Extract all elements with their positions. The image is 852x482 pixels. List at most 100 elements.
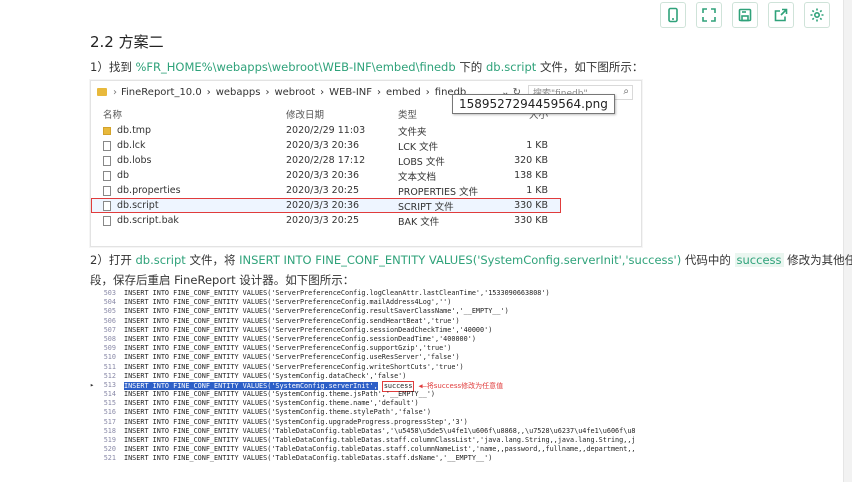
page-scrollbar[interactable] <box>843 0 852 482</box>
breadcrumb: FineReport_10.0 › webapps › webroot › WEB-INF ›… <box>121 87 466 98</box>
file-icon <box>103 155 111 166</box>
save-button[interactable] <box>732 2 758 28</box>
code-screenshot: 503 INSERT INTO FINE_CONF_ENTITY VALUES('… <box>90 289 640 465</box>
code-line: 504 INSERT INTO FINE_CONF_ENTITY VALUES('… <box>90 298 640 307</box>
file-size: 330 KB <box>514 215 548 226</box>
breadcrumb-item[interactable]: webroot <box>274 87 315 98</box>
breadcrumb-item[interactable]: webapps <box>216 87 261 98</box>
file-type: BAK 文件 <box>398 216 440 228</box>
line-number: 514 <box>103 390 116 399</box>
file-date: 2020/3/3 20:36 <box>286 200 360 211</box>
file-size: 320 KB <box>514 155 548 166</box>
breadcrumb-separator: › <box>265 86 270 98</box>
mobile-view-button[interactable] <box>660 2 686 28</box>
breadcrumb-separator: › <box>206 86 211 98</box>
file-type: PROPERTIES 文件 <box>398 186 479 198</box>
line-number: 521 <box>103 454 116 463</box>
line-number: 512 <box>103 371 116 380</box>
breadcrumb-item[interactable]: FineReport_10.0 <box>121 87 202 98</box>
fullscreen-button[interactable] <box>696 2 722 28</box>
selected-code: INSERT INTO FINE_CONF_ENTITY VALUES('Sys… <box>124 381 378 390</box>
step2-mid1: 文件，将 <box>189 253 236 267</box>
step2-file: db.script <box>135 253 186 267</box>
file-row[interactable]: db.script 2020/3/3 20:36 SCRIPT 文件 330 KB <box>91 198 561 213</box>
code-text: INSERT INTO FINE_CONF_ENTITY VALUES('Ser… <box>124 289 550 297</box>
step1-prefix: 1）找到 <box>90 60 132 74</box>
line-number: 515 <box>103 399 116 408</box>
code-line: 515 INSERT INTO FINE_CONF_ENTITY VALUES('… <box>90 399 640 408</box>
file-name: db.script <box>117 200 159 211</box>
file-name-cell: db.script.bak <box>91 215 286 226</box>
settings-button[interactable] <box>804 2 830 28</box>
breadcrumb-separator: › <box>320 86 325 98</box>
file-date: 2020/3/3 20:36 <box>286 170 360 181</box>
file-row[interactable]: db.lobs 2020/2/28 17:12 LOBS 文件 320 KB <box>91 153 641 168</box>
file-name-cell: db.lck <box>91 140 286 151</box>
file-type: 文件夹 <box>398 126 427 138</box>
file-name: db.script.bak <box>117 215 179 226</box>
file-row[interactable]: db.tmp 2020/2/29 11:03 文件夹 <box>91 123 641 138</box>
code-text: INSERT INTO FINE_CONF_ENTITY VALUES('Sys… <box>124 408 431 417</box>
file-date: 2020/3/3 20:25 <box>286 185 360 196</box>
phone-icon <box>668 7 678 23</box>
code-text: INSERT INTO FINE_CONF_ENTITY VALUES('Ser… <box>124 334 476 343</box>
folder-icon <box>97 88 107 96</box>
file-size: 138 KB <box>514 170 548 181</box>
line-number: 518 <box>103 426 116 435</box>
code-text: INSERT INTO FINE_CONF_ENTITY VALUES('Ser… <box>124 325 493 334</box>
step2-code: INSERT INTO FINE_CONF_ENTITY VALUES('Sys… <box>239 253 682 267</box>
expand-icon <box>702 8 716 22</box>
file-list: db.tmp 2020/2/29 11:03 文件夹 db.lck 2020/3/3 2… <box>91 123 641 228</box>
code-line: 505 INSERT INTO FINE_CONF_ENTITY VALUES('… <box>90 307 640 316</box>
line-number: 507 <box>103 325 116 334</box>
code-text: INSERT INTO FINE_CONF_ENTITY VALUES('Sys… <box>124 390 435 399</box>
code-line: 510 INSERT INTO FINE_CONF_ENTITY VALUES('… <box>90 353 640 362</box>
line-number: 506 <box>103 316 116 325</box>
code-line: 511 INSERT INTO FINE_CONF_ENTITY VALUES('… <box>90 363 640 372</box>
code-line: 520 INSERT INTO FINE_CONF_ENTITY VALUES('… <box>90 445 640 454</box>
line-number: 505 <box>103 307 116 316</box>
folder-icon <box>103 126 111 135</box>
code-line: 519 INSERT INTO FINE_CONF_ENTITY VALUES('… <box>90 436 640 445</box>
line-number: 509 <box>103 344 116 353</box>
file-type: 文本文档 <box>398 171 437 183</box>
breadcrumb-item[interactable]: WEB-INF <box>329 87 372 98</box>
file-name-cell: db.tmp <box>91 125 286 136</box>
file-name-cell: db <box>91 170 286 181</box>
file-date: 2020/3/3 20:36 <box>286 140 360 151</box>
file-row[interactable]: db 2020/3/3 20:36 文本文档 138 KB <box>91 168 641 183</box>
code-text: INSERT INTO FINE_CONF_ENTITY VALUES('Sys… <box>124 417 468 426</box>
file-row[interactable]: db.properties 2020/3/3 20:25 PROPERTIES 文件… <box>91 183 641 198</box>
step1-file: db.script <box>485 60 537 74</box>
image-filename-tooltip: 1589527294459564.png <box>452 94 615 114</box>
share-button[interactable] <box>768 2 794 28</box>
file-icon <box>103 170 111 181</box>
code-text: INSERT INTO FINE_CONF_ENTITY VALUES('Tab… <box>124 426 636 435</box>
file-name: db.tmp <box>117 125 152 136</box>
code-line: 508 INSERT INTO FINE_CONF_ENTITY VALUES('… <box>90 335 640 344</box>
line-number: 519 <box>103 436 116 444</box>
code-text: INSERT INTO FINE_CONF_ENTITY VALUES('Ser… <box>124 298 452 307</box>
code-text: INSERT INTO FINE_CONF_ENTITY VALUES('Tab… <box>124 454 493 463</box>
step2-prefix: 2）打开 <box>90 253 132 267</box>
column-date[interactable]: 修改日期 <box>286 107 398 121</box>
step2-line2: 段，保存后重启 FineReport 设计器。如下图所示： <box>90 273 355 287</box>
code-text: INSERT INTO FINE_CONF_ENTITY VALUES('Ser… <box>124 307 509 316</box>
article-toolbar <box>660 2 830 28</box>
column-name[interactable]: 名称 <box>91 107 286 121</box>
chevron-down-icon: › <box>113 86 117 98</box>
file-size: 1 KB <box>526 140 548 151</box>
file-row[interactable]: db.lck 2020/3/3 20:36 LCK 文件 1 KB <box>91 138 641 153</box>
file-type: LCK 文件 <box>398 141 439 153</box>
file-row[interactable]: db.script.bak 2020/3/3 20:25 BAK 文件 330 KB <box>91 213 641 228</box>
code-text: INSERT INTO FINE_CONF_ENTITY VALUES('Tab… <box>124 445 636 454</box>
code-text: INSERT INTO FINE_CONF_ENTITY VALUES('Sys… <box>124 380 503 393</box>
breadcrumb-separator: › <box>377 86 382 98</box>
code-line: 518 INSERT INTO FINE_CONF_ENTITY VALUES('… <box>90 427 640 436</box>
code-text: INSERT INTO FINE_CONF_ENTITY VALUES('Sys… <box>124 371 407 380</box>
code-text: INSERT INTO FINE_CONF_ENTITY VALUES('Ser… <box>124 344 452 353</box>
line-number: 503 <box>103 289 116 297</box>
code-text: INSERT INTO FINE_CONF_ENTITY VALUES('Sys… <box>124 399 419 408</box>
breadcrumb-item[interactable]: embed <box>386 87 421 98</box>
search-icon: ⌕ <box>623 85 629 97</box>
